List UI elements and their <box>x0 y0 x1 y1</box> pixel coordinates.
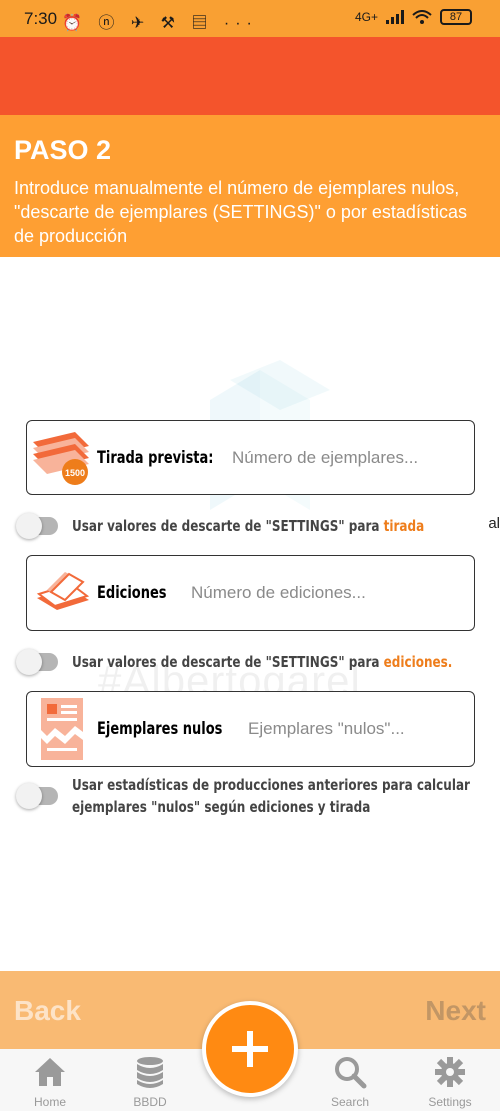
top-app-bar <box>0 37 500 115</box>
nav-label-home: Home <box>33 1095 66 1109</box>
back-button[interactable]: Back <box>14 995 81 1027</box>
estadisticas-toggle[interactable] <box>16 783 58 809</box>
toggle-row-ediciones[interactable]: Usar valores de descarte de "SETTINGS" p… <box>16 649 500 675</box>
tirada-field[interactable]: 1500 Tirada prevista: Número de ejemplar… <box>26 420 475 495</box>
battery-icon: 87 <box>440 9 472 25</box>
tirada-settings-toggle[interactable] <box>16 513 58 539</box>
estadisticas-toggle-label: Usar estadísticas de producciones anteri… <box>72 776 470 816</box>
notification-icons: ⏰ ⓝ ✈ ⚒ ▤ ··· <box>62 15 258 32</box>
tirada-label: Tirada prevista: <box>97 447 214 468</box>
status-right: 4G+ 87 <box>355 9 472 25</box>
ediciones-label: Ediciones <box>97 583 167 603</box>
tirada-toggle-label: Usar valores de descarte de "SETTINGS" p… <box>72 517 425 535</box>
plus-icon <box>232 1031 268 1067</box>
add-button[interactable] <box>202 1001 298 1097</box>
nav-label-settings: Settings <box>428 1095 472 1109</box>
nulos-input[interactable]: Ejemplares "nulos"... <box>248 719 405 739</box>
void-copies-icon <box>27 696 97 762</box>
gear-icon <box>435 1057 465 1087</box>
status-bar: 7:30 ⏰ ⓝ ✈ ⚒ ▤ ··· 4G+ 87 <box>0 0 500 37</box>
step-description: Introduce manualmente el número de ejemp… <box>14 178 467 246</box>
home-icon <box>35 1058 65 1086</box>
nulos-field[interactable]: Ejemplares nulos Ejemplares "nulos"... <box>26 691 475 767</box>
tirada-input[interactable]: Número de ejemplares... <box>232 448 418 468</box>
nav-item-bbdd[interactable]: BBDD <box>110 1055 190 1109</box>
next-button[interactable]: Next <box>425 995 486 1027</box>
nav-item-search[interactable]: Search <box>310 1055 390 1109</box>
editions-icon <box>27 568 97 618</box>
ediciones-input[interactable]: Número de ediciones... <box>191 583 366 603</box>
print-run-badge: 1500 <box>65 468 85 478</box>
print-run-icon: 1500 <box>27 428 97 488</box>
status-time: 7:30 <box>24 9 58 28</box>
toggle-row-tirada[interactable]: Usar valores de descarte de "SETTINGS" p… <box>16 513 500 539</box>
signal-icon <box>386 10 404 24</box>
wifi-icon <box>412 10 432 24</box>
nav-label-bbdd: BBDD <box>133 1095 167 1109</box>
toggle-row-estadisticas[interactable]: Usar estadísticas de producciones anteri… <box>16 774 500 818</box>
nulos-label: Ejemplares nulos <box>97 719 223 739</box>
tirada-toggle-overflow: al <box>488 515 500 532</box>
nav-item-home[interactable]: Home <box>10 1055 90 1109</box>
ediciones-field[interactable]: Ediciones Número de ediciones... <box>26 555 475 631</box>
step-header: PASO 2 Introduce manualmente el número d… <box>0 115 500 257</box>
nav-label-search: Search <box>330 1095 370 1109</box>
ediciones-settings-toggle[interactable] <box>16 649 58 675</box>
page-title: PASO 2 <box>14 135 112 165</box>
network-label: 4G+ <box>354 10 378 24</box>
ediciones-toggle-label: Usar valores de descarte de "SETTINGS" p… <box>72 653 453 671</box>
database-icon <box>137 1057 163 1088</box>
nav-item-settings[interactable]: Settings <box>410 1055 490 1109</box>
search-icon <box>335 1057 367 1089</box>
